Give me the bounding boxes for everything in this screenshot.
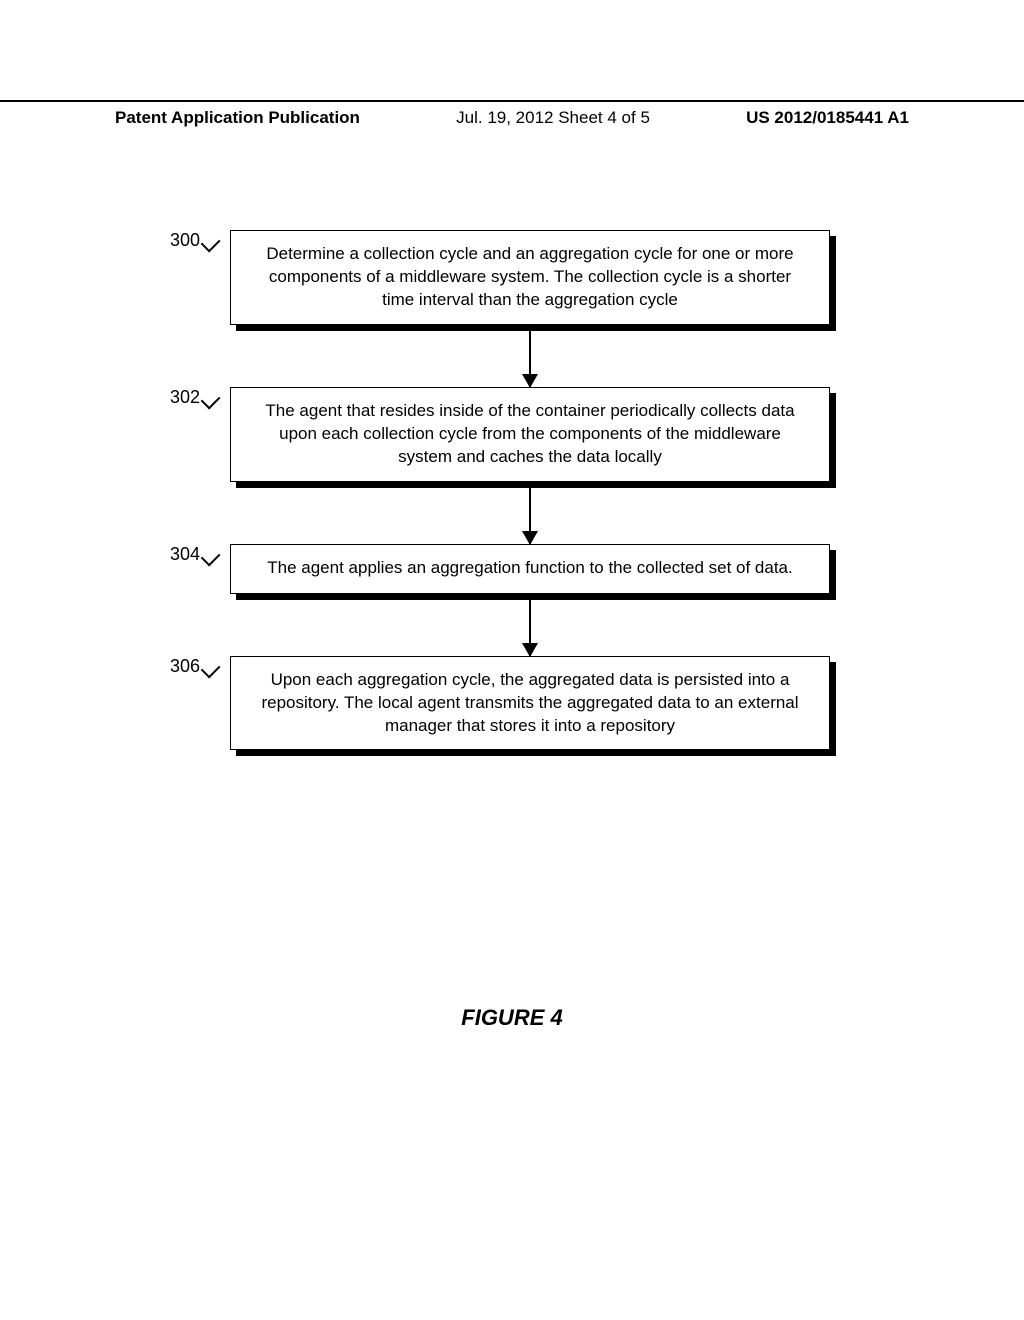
step-text: Upon each aggregation cycle, the aggrega… [251, 669, 809, 738]
label-connector-icon [201, 658, 221, 678]
step-box-wrap: The agent applies an aggregation functio… [230, 544, 830, 594]
label-connector-icon [201, 233, 221, 253]
label-connector-icon [201, 546, 221, 566]
header-middle: Jul. 19, 2012 Sheet 4 of 5 [456, 108, 650, 128]
step-box: The agent applies an aggregation functio… [230, 544, 830, 594]
step-box-wrap: Determine a collection cycle and an aggr… [230, 230, 830, 325]
step-label-text: 306 [170, 656, 200, 676]
arrow-down-icon [529, 488, 531, 544]
flowchart-step: 306 Upon each aggregation cycle, the agg… [170, 656, 830, 751]
flowchart-step: 302 The agent that resides inside of the… [170, 387, 830, 482]
flowchart: 300 Determine a collection cycle and an … [170, 230, 830, 750]
arrow-down-icon [529, 331, 531, 387]
arrow [230, 325, 830, 387]
step-box-wrap: Upon each aggregation cycle, the aggrega… [230, 656, 830, 751]
step-text: The agent applies an aggregation functio… [267, 557, 792, 580]
figure-caption-text: FIGURE 4 [461, 1005, 562, 1030]
page-header: Patent Application Publication Jul. 19, … [0, 100, 1024, 128]
arrow-down-icon [529, 600, 531, 656]
header-text-row: Patent Application Publication Jul. 19, … [0, 102, 1024, 128]
step-label: 300 [170, 230, 220, 251]
step-label-text: 302 [170, 387, 200, 407]
arrow [230, 482, 830, 544]
flowchart-step: 300 Determine a collection cycle and an … [170, 230, 830, 325]
step-box: Upon each aggregation cycle, the aggrega… [230, 656, 830, 751]
step-text: Determine a collection cycle and an aggr… [251, 243, 809, 312]
step-label-text: 300 [170, 230, 200, 250]
step-box: Determine a collection cycle and an aggr… [230, 230, 830, 325]
step-text: The agent that resides inside of the con… [251, 400, 809, 469]
step-label: 302 [170, 387, 220, 408]
step-box-wrap: The agent that resides inside of the con… [230, 387, 830, 482]
header-left: Patent Application Publication [115, 108, 360, 128]
flowchart-step: 304 The agent applies an aggregation fun… [170, 544, 830, 594]
step-label-text: 304 [170, 544, 200, 564]
figure-caption: FIGURE 4 [0, 1005, 1024, 1031]
step-label: 304 [170, 544, 220, 565]
step-box: The agent that resides inside of the con… [230, 387, 830, 482]
label-connector-icon [201, 389, 221, 409]
step-label: 306 [170, 656, 220, 677]
arrow [230, 594, 830, 656]
header-right: US 2012/0185441 A1 [746, 108, 909, 128]
